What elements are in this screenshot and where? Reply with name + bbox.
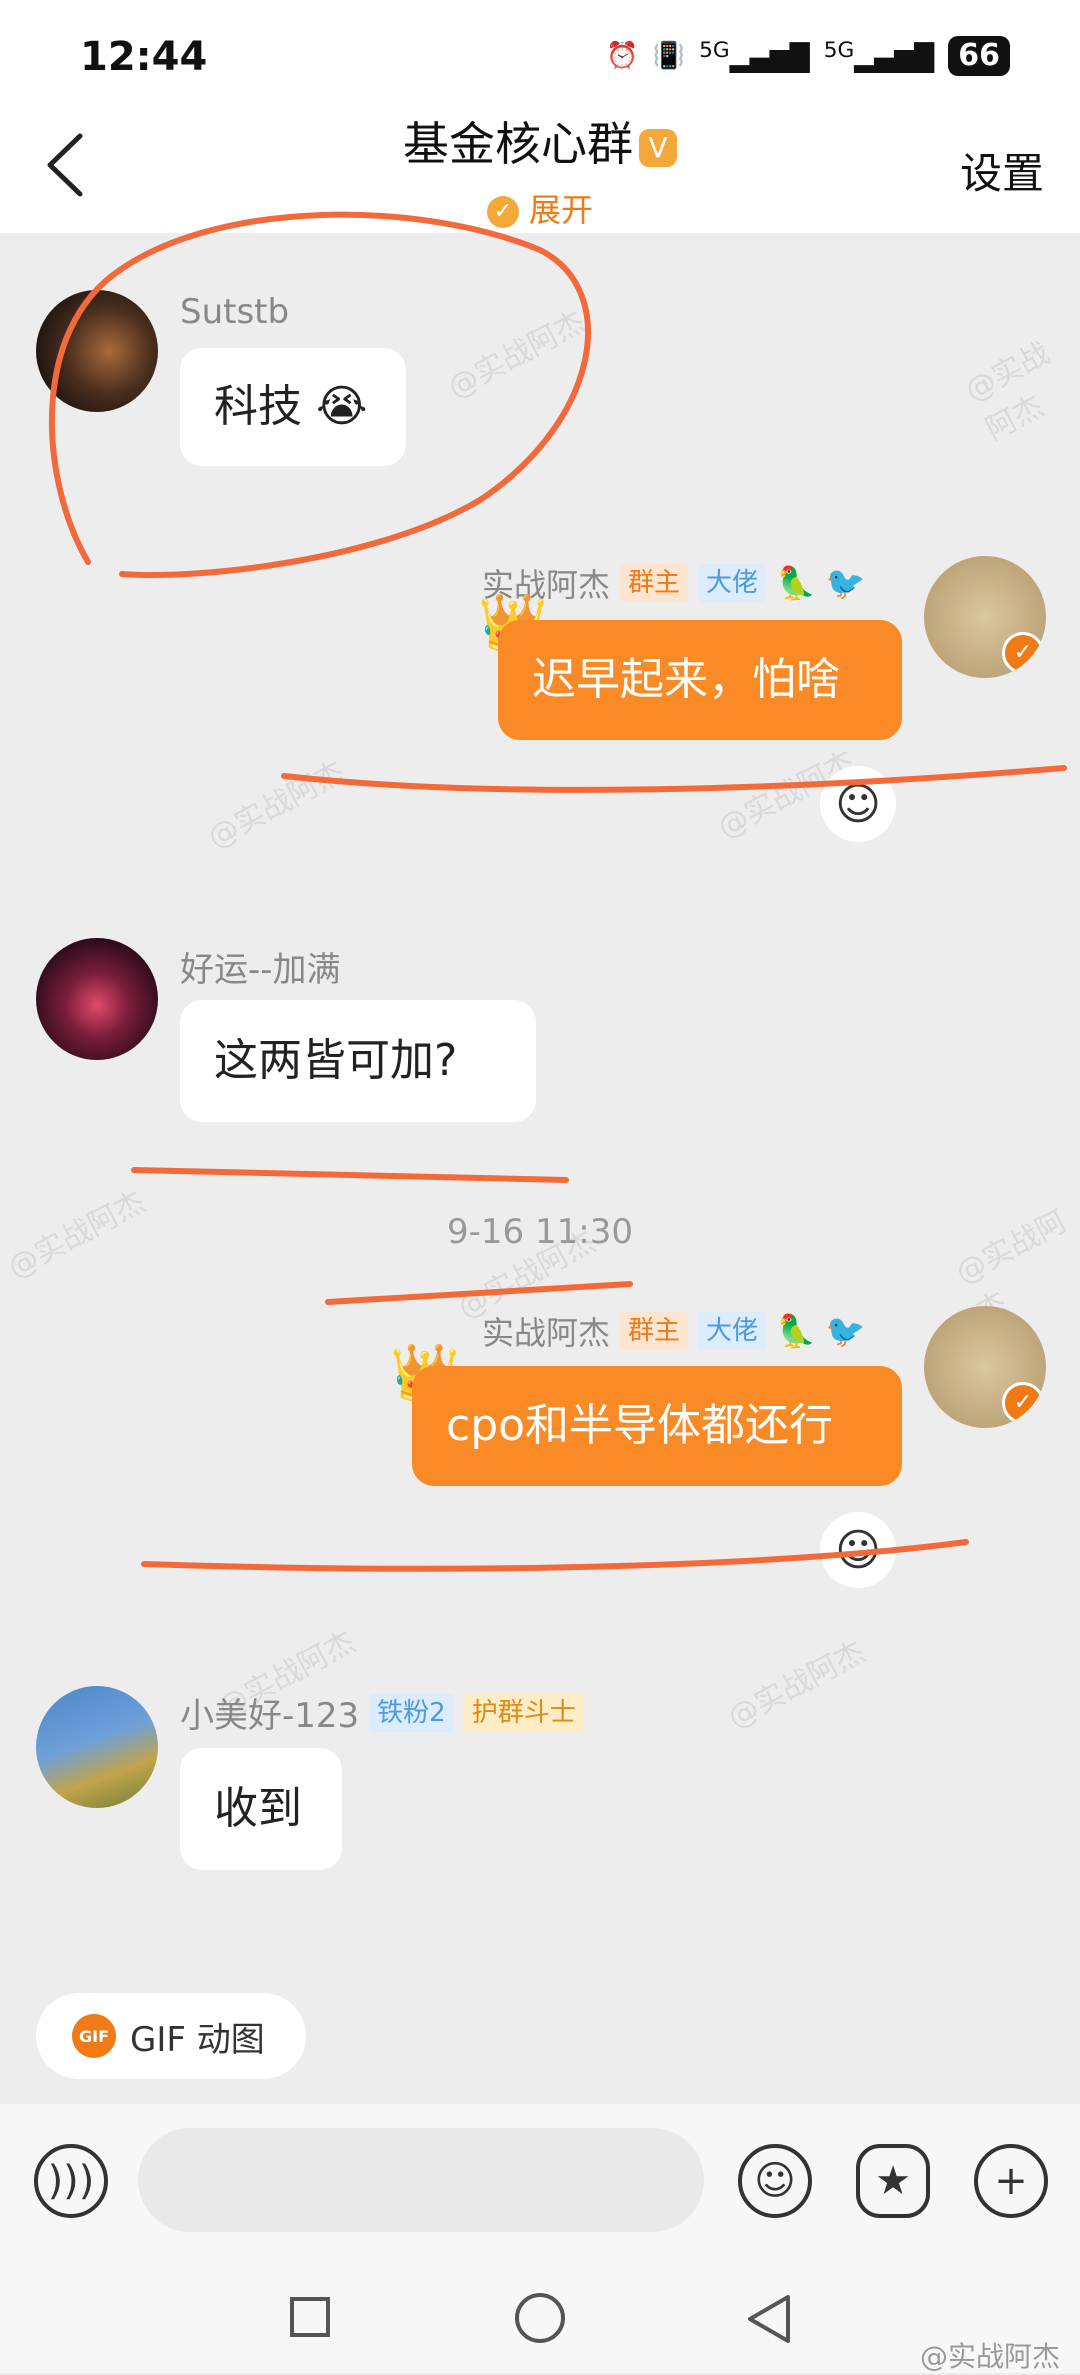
message-input[interactable]: [138, 2128, 704, 2232]
recent-apps-icon[interactable]: [290, 2297, 330, 2337]
back-nav-icon[interactable]: [744, 2293, 792, 2345]
system-nav-bar: [0, 2257, 1080, 2373]
gif-label: GIF 动图: [130, 2019, 265, 2060]
voice-icon[interactable]: ))): [34, 2144, 108, 2218]
annotation-underline: [325, 1281, 633, 1305]
annotation-underline: [141, 1539, 969, 1572]
annotation-underline: [131, 1167, 569, 1183]
sticker-icon[interactable]: ★: [856, 2144, 930, 2218]
emoji-icon[interactable]: ☺: [738, 2144, 812, 2218]
input-bar: ))) ☺ ★ +: [0, 2104, 1080, 2257]
plus-icon[interactable]: +: [974, 2144, 1048, 2218]
annotation-circle: [48, 211, 591, 579]
gif-icon: GIF: [72, 2014, 116, 2058]
annotation-underline: [281, 765, 1067, 793]
watermark-corner: @实战阿杰: [919, 2340, 1060, 2373]
home-icon[interactable]: [515, 2293, 565, 2343]
gif-button[interactable]: GIF GIF 动图: [36, 1993, 306, 2079]
